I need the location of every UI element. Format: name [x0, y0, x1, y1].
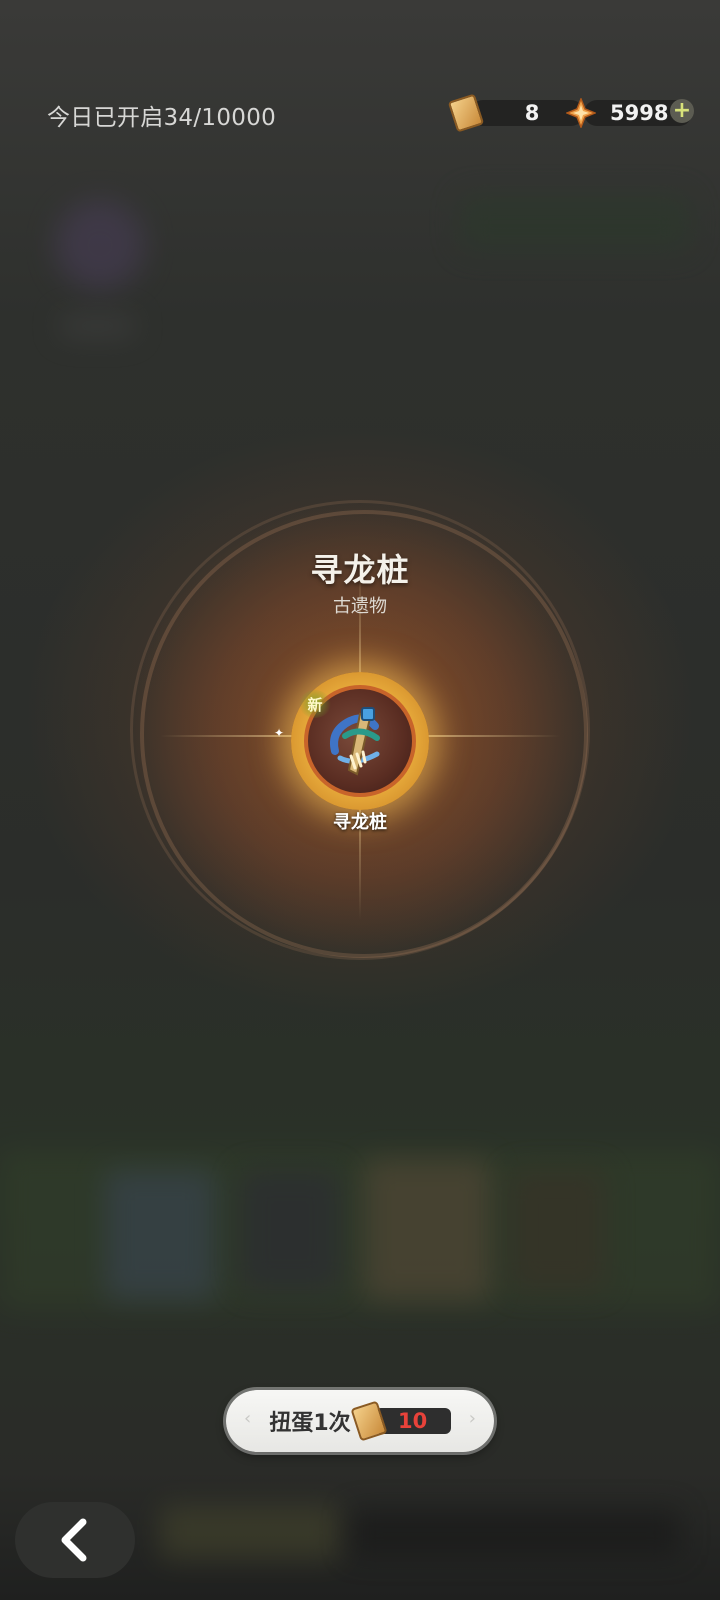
chevron-left-icon: [61, 1518, 87, 1562]
background-card: [510, 1170, 605, 1290]
reward-title: 寻龙桩: [310, 551, 410, 589]
gacha-ticket-icon: [350, 1400, 388, 1442]
background-name: [60, 315, 135, 337]
background-banner: [460, 195, 690, 250]
daily-open-count: 今日已开启34/10000: [47, 105, 277, 131]
background-avatar: [55, 200, 145, 290]
plus-icon: +: [672, 98, 692, 123]
draw-once-button[interactable]: ‹ 扭蛋1次 10 ›: [226, 1390, 494, 1452]
draw-once-label: 扭蛋1次: [269, 1411, 351, 1436]
reward-item-name: 寻龙桩: [333, 812, 387, 833]
ticket-counter: 8: [447, 93, 584, 133]
back-button[interactable]: [15, 1502, 135, 1578]
background-card: [365, 1160, 490, 1300]
background-card: [240, 1170, 340, 1290]
reward-category: 古遗物: [333, 596, 387, 617]
background-footer-block: [350, 1510, 680, 1555]
star-gem-icon: [566, 98, 596, 128]
chevron-right-icon: ›: [468, 1408, 476, 1429]
gem-counter: 5998 +: [566, 98, 694, 128]
add-gems-button[interactable]: +: [670, 99, 694, 123]
draw-cost: 10: [350, 1400, 451, 1442]
chevron-left-icon: ‹: [244, 1408, 252, 1429]
sparkle-icon: ✦: [274, 726, 285, 740]
gacha-result-screen[interactable]: 今日已开启34/10000 8 5998 + 寻龙桩 古遗物 新 ✦ 寻龙桩 ‹…: [0, 0, 720, 1600]
new-tag: 新: [299, 690, 331, 718]
background-footer-block: [160, 1505, 340, 1560]
background-card: [105, 1170, 215, 1300]
gacha-ticket-icon: [447, 93, 485, 133]
